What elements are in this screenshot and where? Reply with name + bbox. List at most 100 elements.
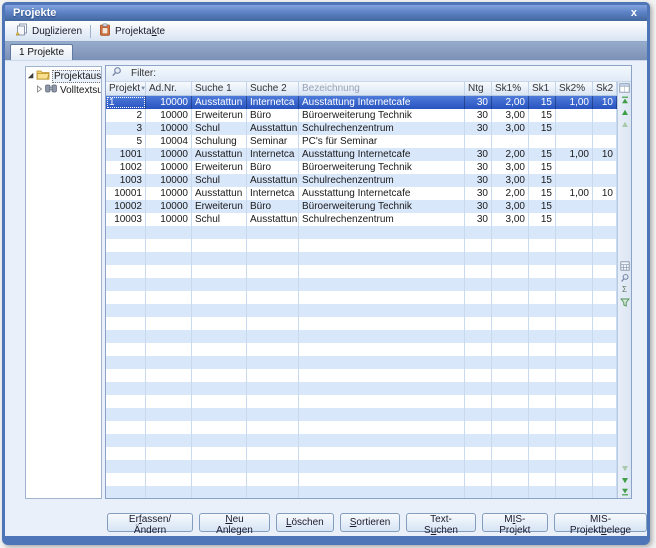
sidebar-item-label[interactable]: Volltextsuche xyxy=(59,85,102,96)
table-row[interactable]: 1000310000SchulAusstattunSchulrechenzent… xyxy=(106,213,617,226)
grid-cell: 10003 xyxy=(106,213,146,226)
grid-cell xyxy=(529,330,556,343)
table-row-empty[interactable] xyxy=(106,434,617,447)
tree-collapsed-icon[interactable] xyxy=(36,85,43,96)
column-header-bezeichnung[interactable]: Bezeichnung xyxy=(299,82,465,95)
sortieren-button[interactable]: Sortieren xyxy=(340,513,401,532)
column-header-ntg[interactable]: Ntg xyxy=(465,82,492,95)
table-row-empty[interactable] xyxy=(106,408,617,421)
grid-cell: 15 xyxy=(529,161,556,174)
projektakte-button[interactable]: Projektakte xyxy=(94,22,170,40)
grid-cell: 30 xyxy=(465,122,492,135)
table-row[interactable]: 110000AusstattunInternetcaAusstattung In… xyxy=(106,96,617,109)
grid-cell xyxy=(556,395,593,408)
grid-cell: 30 xyxy=(465,174,492,187)
column-header-sk1[interactable]: Sk1 xyxy=(529,82,556,95)
table-row-empty[interactable] xyxy=(106,369,617,382)
tab-projekte[interactable]: 1 Projekte xyxy=(10,44,73,60)
text-suchen-button[interactable]: Text-Suchen xyxy=(406,513,475,532)
grid-cell xyxy=(106,421,146,434)
grid-cell xyxy=(465,330,492,343)
grid-cell xyxy=(247,356,299,369)
loeschen-button[interactable]: Löschen xyxy=(276,513,334,532)
grid-cell xyxy=(465,278,492,291)
table-row-empty[interactable] xyxy=(106,486,617,498)
table-row-empty[interactable] xyxy=(106,330,617,343)
grid-panel: Filter: Projekt▼Ad.Nr.Suche 1Suche 2Beze… xyxy=(105,65,632,499)
grid-cell: 1 xyxy=(106,96,146,109)
scroll-down-icon[interactable] xyxy=(619,475,630,485)
table-row[interactable]: 1000110000AusstattunInternetcaAusstattun… xyxy=(106,187,617,200)
column-header-suche-2[interactable]: Suche 2 xyxy=(247,82,299,95)
table-row[interactable]: 100210000ErweiterunBüroBüroerweiterung T… xyxy=(106,161,617,174)
sidebar-item-label[interactable]: Projektauswahl xyxy=(52,70,102,83)
column-header-projekt[interactable]: Projekt▼ xyxy=(106,82,146,95)
table-row-empty[interactable] xyxy=(106,395,617,408)
table-row[interactable]: 210000ErweiterunBüroBüroerweiterung Tech… xyxy=(106,109,617,122)
table-row-empty[interactable] xyxy=(106,226,617,239)
grid-cell xyxy=(593,226,617,239)
table-row-empty[interactable] xyxy=(106,252,617,265)
sidebar-item-projektauswahl[interactable]: Projektauswahl xyxy=(27,69,100,83)
mis-projektbelege-button[interactable]: MIS-Projektbelege xyxy=(554,513,647,532)
grid-cell xyxy=(593,291,617,304)
close-icon[interactable]: x xyxy=(629,8,639,19)
grid-cell xyxy=(247,330,299,343)
table-row[interactable]: 510004SchulungSeminarPC's für Seminar xyxy=(106,135,617,148)
grid-cell xyxy=(192,486,247,498)
table-row[interactable]: 310000SchulAusstattunSchulrechenzentrum3… xyxy=(106,122,617,135)
table-row-empty[interactable] xyxy=(106,447,617,460)
scroll-up-icon[interactable] xyxy=(619,107,630,117)
sum-icon[interactable]: Σ xyxy=(619,285,630,295)
tree-expanded-icon[interactable] xyxy=(27,71,34,82)
column-chooser-icon[interactable] xyxy=(619,83,630,93)
column-header-suche-1[interactable]: Suche 1 xyxy=(192,82,247,95)
mis-projekt-button[interactable]: MIS-Projekt xyxy=(482,513,548,532)
scroll-up-faded-icon[interactable] xyxy=(619,119,630,129)
erfassen-aendern-button[interactable]: Erfassen/Ändern xyxy=(107,513,193,532)
table-row-empty[interactable] xyxy=(106,473,617,486)
table-row-empty[interactable] xyxy=(106,382,617,395)
filter-row[interactable]: Filter: xyxy=(106,66,631,82)
sidebar-item-volltextsuche[interactable]: Volltextsuche xyxy=(36,83,100,97)
calculator-icon[interactable] xyxy=(619,261,630,271)
scroll-to-bottom-icon[interactable] xyxy=(619,487,630,497)
column-header-sk1-[interactable]: Sk1% xyxy=(492,82,529,95)
neu-anlegen-button[interactable]: Neu Anlegen xyxy=(199,513,270,532)
table-row-empty[interactable] xyxy=(106,304,617,317)
table-row-empty[interactable] xyxy=(106,356,617,369)
duplizieren-button[interactable]: Duplizieren xyxy=(10,22,87,40)
grid-cell xyxy=(299,252,465,265)
table-row-empty[interactable] xyxy=(106,343,617,356)
grid-cell xyxy=(106,304,146,317)
table-row-empty[interactable] xyxy=(106,265,617,278)
column-header-sk2-[interactable]: Sk2% xyxy=(556,82,593,95)
table-row-empty[interactable] xyxy=(106,278,617,291)
table-row[interactable]: 100110000AusstattunInternetcaAusstattung… xyxy=(106,148,617,161)
scroll-to-top-icon[interactable] xyxy=(619,95,630,105)
column-header-ad-nr-[interactable]: Ad.Nr. xyxy=(146,82,192,95)
table-row[interactable]: 100310000SchulAusstattunSchulrechenzentr… xyxy=(106,174,617,187)
table-row-empty[interactable] xyxy=(106,317,617,330)
grid-cell: 15 xyxy=(529,109,556,122)
table-row[interactable]: 1000210000ErweiterunBüroBüroerweiterung … xyxy=(106,200,617,213)
grid-cell xyxy=(529,395,556,408)
table-row-empty[interactable] xyxy=(106,421,617,434)
grid-cell xyxy=(529,382,556,395)
column-header-sk2[interactable]: Sk2 xyxy=(593,82,617,95)
grid-cell xyxy=(492,330,529,343)
filter-icon[interactable] xyxy=(619,297,630,307)
scroll-down-faded-icon[interactable] xyxy=(619,463,630,473)
grid-side-strip[interactable]: Σ xyxy=(617,82,631,498)
grid-cell: 10000 xyxy=(146,148,192,161)
grid-cell xyxy=(465,226,492,239)
grid-cell xyxy=(465,239,492,252)
search-icon[interactable] xyxy=(619,273,630,283)
table-row-empty[interactable] xyxy=(106,291,617,304)
grid-cell xyxy=(556,447,593,460)
grid-cell xyxy=(247,304,299,317)
grid-cell xyxy=(106,356,146,369)
table-row-empty[interactable] xyxy=(106,239,617,252)
grid-cell xyxy=(247,252,299,265)
table-row-empty[interactable] xyxy=(106,460,617,473)
